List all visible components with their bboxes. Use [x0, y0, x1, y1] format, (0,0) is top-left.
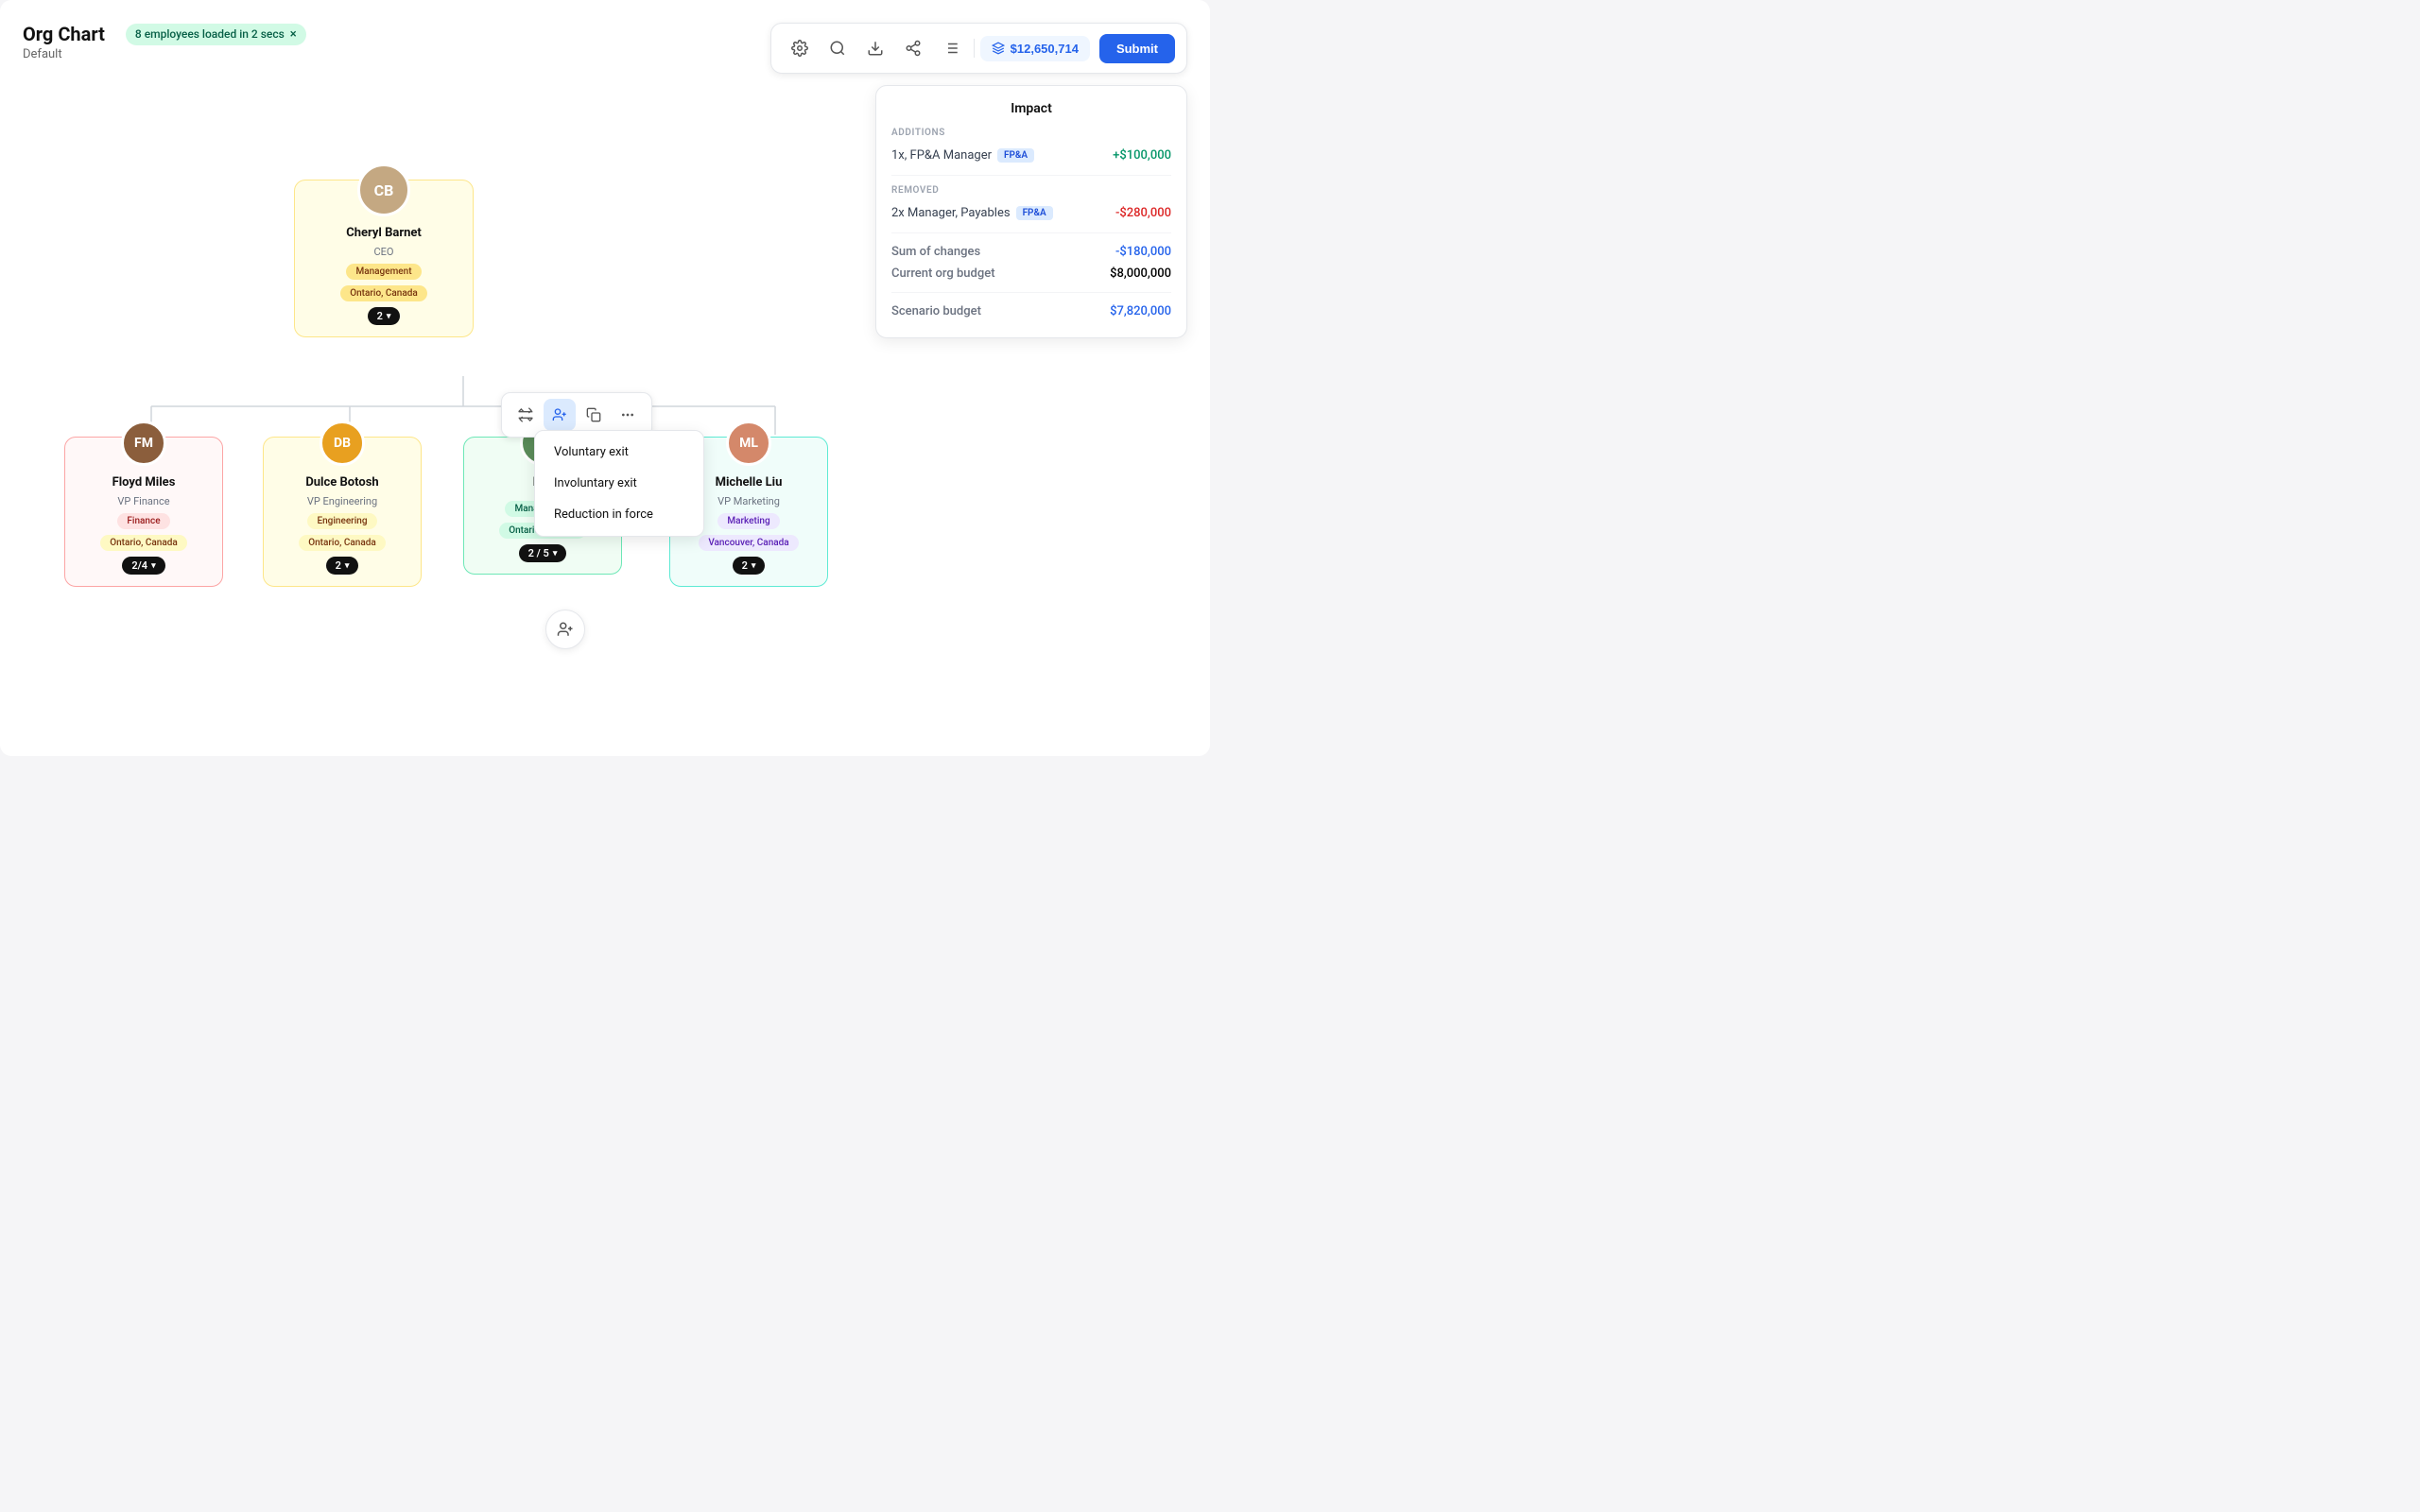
impact-divider-1 [891, 175, 1171, 176]
org-chart-subtitle: Default [23, 47, 306, 61]
toolbar: $12,650,714 Submit [770, 23, 1187, 74]
dulce-dept-badge: Engineering [307, 513, 376, 529]
more-button[interactable] [612, 399, 644, 431]
michelle-avatar: ML [726, 421, 771, 466]
settings-icon[interactable] [783, 31, 817, 65]
current-budget-label: Current org budget [891, 266, 995, 281]
ceo-card[interactable]: CB Cheryl Barnet CEO Management Ontario,… [294, 180, 474, 337]
removed-role: 2x Manager, Payables [891, 206, 1011, 220]
sum-of-changes-value: -$180,000 [1115, 245, 1171, 259]
michelle-name: Michelle Liu [716, 475, 783, 490]
floyd-miles-card[interactable]: FM Floyd Miles VP Finance Finance Ontari… [64, 437, 223, 587]
michelle-dept-badge: Marketing [717, 513, 779, 529]
dulce-name: Dulce Botosh [305, 475, 378, 490]
additions-dept: FP&A [997, 148, 1034, 163]
header: Org Chart 8 employees loaded in 2 secs ×… [23, 23, 1187, 74]
ceo-location-badge: Ontario, Canada [340, 285, 427, 301]
additions-row: 1x, FP&A Manager FP&A +$100,000 [891, 144, 1171, 167]
budget-amount: $12,650,714 [1011, 42, 1079, 56]
impact-title: Impact [891, 101, 1171, 116]
floyd-location-badge: Ontario, Canada [100, 535, 187, 551]
removed-label: REMOVED [891, 185, 1171, 196]
ceo-title: CEO [374, 246, 394, 258]
download-icon[interactable] [858, 31, 892, 65]
removed-value: -$280,000 [1115, 206, 1171, 220]
dropdown-menu: Voluntary exit Involuntary exit Reductio… [534, 430, 704, 537]
current-budget-row: Current org budget $8,000,000 [891, 263, 1171, 284]
dulce-count-badge[interactable]: 2 ▾ [326, 557, 359, 575]
dulce-location-badge: Ontario, Canada [299, 535, 386, 551]
current-budget-value: $8,000,000 [1110, 266, 1171, 281]
toolbar-divider [974, 39, 975, 58]
loaded-badge-close[interactable]: × [290, 27, 297, 42]
h-count-badge[interactable]: 2 / 5 ▾ [519, 544, 567, 562]
floyd-count-badge[interactable]: 2/4 ▾ [122, 557, 164, 575]
impact-divider-3 [891, 292, 1171, 293]
floyd-title: VP Finance [117, 495, 169, 507]
michelle-title: VP Marketing [717, 495, 780, 507]
dulce-avatar: DB [320, 421, 365, 466]
scenario-budget-row: Scenario budget $7,820,000 [891, 301, 1171, 322]
scenario-budget-value: $7,820,000 [1110, 304, 1171, 318]
main-container: Org Chart 8 employees loaded in 2 secs ×… [0, 0, 1210, 756]
list-icon[interactable] [934, 31, 968, 65]
dulce-title: VP Engineering [307, 495, 377, 507]
search-icon[interactable] [821, 31, 855, 65]
ceo-name: Cheryl Barnet [346, 226, 422, 240]
budget-button[interactable]: $12,650,714 [980, 36, 1090, 61]
floyd-avatar: FM [121, 421, 166, 466]
additions-role: 1x, FP&A Manager [891, 148, 992, 163]
loaded-badge: 8 employees loaded in 2 secs × [126, 24, 306, 45]
submit-button[interactable]: Submit [1099, 34, 1175, 63]
add-person-bottom-button[interactable] [545, 610, 585, 649]
sum-of-changes-label: Sum of changes [891, 245, 980, 259]
dulce-botosh-card[interactable]: DB Dulce Botosh VP Engineering Engineeri… [263, 437, 422, 587]
involuntary-exit-item[interactable]: Involuntary exit [541, 468, 698, 499]
scenario-budget-label: Scenario budget [891, 304, 981, 318]
michelle-count-badge[interactable]: 2 ▾ [733, 557, 766, 575]
impact-panel: Impact ADDITIONS 1x, FP&A Manager FP&A +… [875, 85, 1187, 338]
impact-divider-2 [891, 232, 1171, 233]
voluntary-exit-item[interactable]: Voluntary exit [541, 437, 698, 468]
ceo-count-badge[interactable]: 2 ▾ [368, 307, 401, 325]
additions-label: ADDITIONS [891, 128, 1171, 138]
add-person-button[interactable] [544, 399, 576, 431]
header-left: Org Chart 8 employees loaded in 2 secs ×… [23, 23, 306, 61]
floyd-dept-badge: Finance [117, 513, 169, 529]
sum-of-changes-row: Sum of changes -$180,000 [891, 241, 1171, 263]
ceo-avatar: CB [357, 163, 410, 216]
floyd-name: Floyd Miles [112, 475, 176, 490]
michelle-location-badge: Vancouver, Canada [699, 535, 798, 551]
share-icon[interactable] [896, 31, 930, 65]
reduction-in-force-item[interactable]: Reduction in force [541, 499, 698, 530]
ceo-dept-badge: Management [346, 264, 421, 280]
removed-row: 2x Manager, Payables FP&A -$280,000 [891, 201, 1171, 225]
page-title: Org Chart [23, 23, 105, 45]
loaded-badge-text: 8 employees loaded in 2 secs [135, 27, 285, 41]
duplicate-button[interactable] [578, 399, 610, 431]
move-button[interactable] [510, 399, 542, 431]
additions-value: +$100,000 [1113, 148, 1171, 163]
removed-dept: FP&A [1016, 206, 1053, 220]
